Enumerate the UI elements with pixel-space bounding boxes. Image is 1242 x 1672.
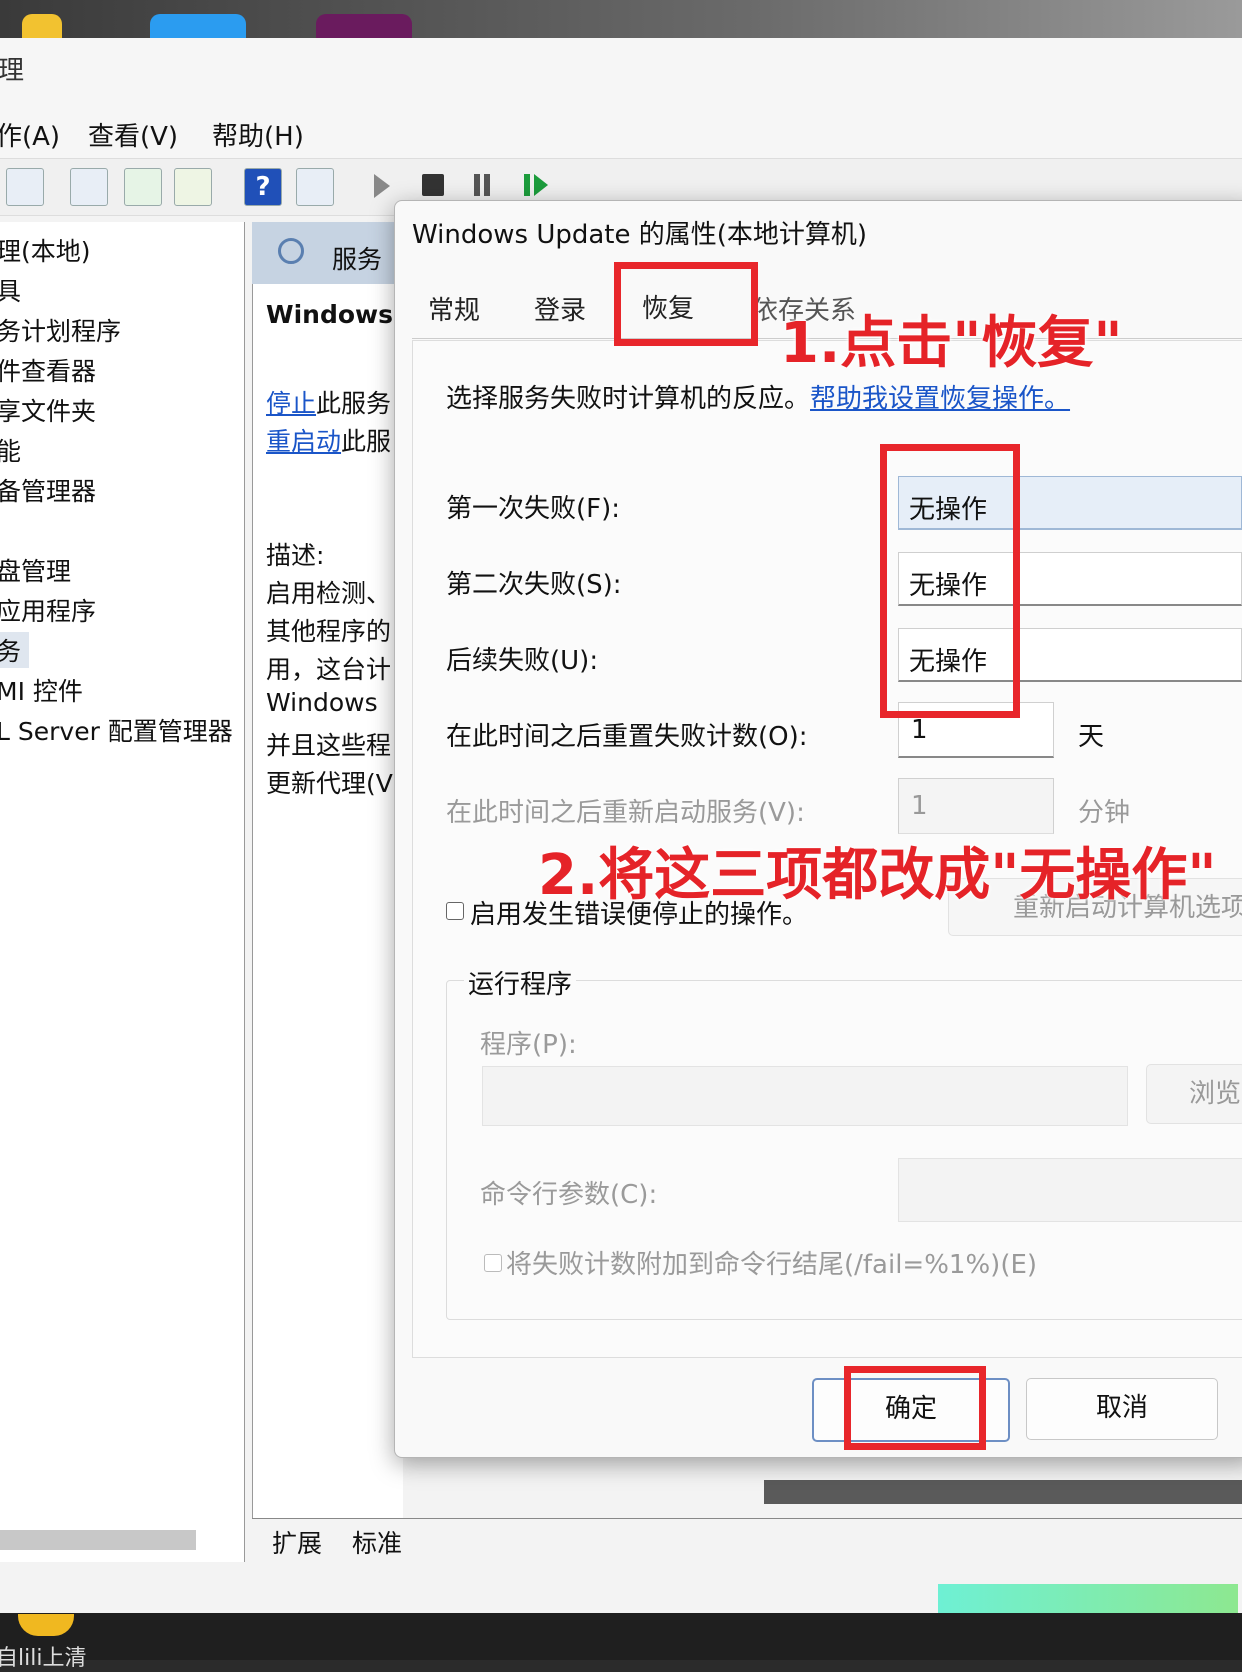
tree-item[interactable]: 理(本地) [0,232,91,268]
restart-service-line: 重启动此服 [266,422,396,458]
second-failure-label: 第二次失败(S): [446,570,622,600]
tab-general[interactable]: 常规 [428,290,480,327]
tree-item[interactable]: 具 [0,272,21,308]
menu-action[interactable]: 作(A) [0,116,60,153]
highlight-ok-button [844,1366,986,1450]
back-icon[interactable] [6,168,44,206]
restart-unit-label: 分钟 [1078,798,1131,828]
step2-annotation: 2.将这三项都改成"无操作" [538,843,1217,908]
program-label: 程序(P): [480,1030,577,1060]
help-icon[interactable]: ? [244,168,282,206]
cmdline-input[interactable] [898,1158,1242,1222]
description-line: 启用检测、 [266,579,392,608]
export-icon[interactable] [174,168,212,206]
description-line: 其他程序的 [266,617,392,646]
services-header-label: 服务 [332,245,383,274]
step1-annotation: 1.点击"恢复" [780,311,1123,376]
tree-item[interactable]: 盘管理 [0,552,71,588]
tree-item[interactable]: 应用程序 [0,592,96,628]
pause-icon[interactable] [474,174,480,196]
description-label: 描述: [266,541,325,570]
list-scrollbar[interactable] [764,1480,1242,1504]
desktop-app-icon [316,14,412,38]
enable-stop-checkbox[interactable] [446,902,464,920]
properties-icon[interactable] [70,168,108,206]
tree-item[interactable]: L Server 配置管理器 [0,712,233,748]
resume-arrow-icon[interactable] [534,174,548,196]
restart-service-link[interactable]: 重启动 [266,427,341,456]
taskbar-label: 自lili上清 [0,1646,87,1671]
tab-standard[interactable]: 标准 [352,1524,402,1560]
resume-icon[interactable] [524,174,530,196]
stop-service-suffix: 此服务 [316,389,392,418]
desktop-app-icon [22,14,62,38]
append-fail-checkbox[interactable] [484,1254,502,1272]
stop-service-line: 停止此服务 [266,384,396,420]
browse-button[interactable]: 浏览 [1146,1064,1242,1124]
tab-extended[interactable]: 扩展 [272,1524,322,1560]
window-title: 理 [0,56,25,86]
description-line: 用，这台计 [266,655,392,684]
cmdline-label: 命令行参数(C): [480,1180,658,1210]
run-program-group-label: 运行程序 [464,964,577,1001]
tab-logon[interactable]: 登录 [534,290,586,327]
menu-help[interactable]: 帮助(H) [212,116,304,153]
taskbar [0,1613,1242,1660]
window-title-bar [0,38,1242,108]
intro-line: 选择服务失败时计算机的反应。帮助我设置恢复操作。 [446,378,1070,415]
console-tree-icon[interactable] [296,168,334,206]
menu-bar [0,108,1242,158]
description-line: Windows [266,688,378,717]
subsequent-failure-label: 后续失败(U): [446,646,599,676]
description-line: 并且这些程 [266,731,392,760]
help-recovery-link[interactable]: 帮助我设置恢复操作。 [810,384,1070,414]
tree-item[interactable]: 件查看器 [0,352,96,388]
tree-item[interactable]: 备管理器 [0,472,96,508]
tree-item[interactable]: MI 控件 [0,672,83,708]
append-fail-label: 将失败计数附加到命令行结尾(/fail=%1%)(E) [506,1250,1038,1280]
tree-item[interactable]: 能 [0,432,21,468]
program-input[interactable] [482,1066,1128,1126]
tree-item[interactable]: 享文件夹 [0,392,96,428]
intro-text: 选择服务失败时计算机的反应。 [446,384,811,414]
highlight-failure-selects [880,444,1020,718]
play-icon[interactable] [374,174,390,198]
search-icon [278,238,304,264]
menu-view[interactable]: 查看(V) [88,116,178,153]
service-name: Windows [266,300,393,329]
reset-unit-label: 天 [1078,722,1105,752]
tree-scrollbar[interactable] [0,1530,196,1550]
stop-service-link[interactable]: 停止 [266,389,316,418]
desktop-app-icon [150,14,246,38]
stop-icon[interactable] [422,174,444,196]
restart-minutes-input[interactable]: 1 [898,778,1054,834]
first-failure-label: 第一次失败(F): [446,494,621,524]
tree-item-services[interactable]: 务 [0,632,30,668]
reset-count-label: 在此时间之后重置失败计数(O): [446,722,808,752]
tree-item[interactable]: 务计划程序 [0,312,121,348]
cancel-button[interactable]: 取消 [1026,1378,1218,1440]
highlight-recovery-tab [614,262,758,346]
refresh-icon[interactable] [124,168,162,206]
description-line: 更新代理(V [266,769,393,798]
dialog-title: Windows Update 的属性(本地计算机) [412,220,868,250]
restart-service-suffix: 此服 [341,427,392,456]
restart-service-label: 在此时间之后重新启动服务(V): [446,798,805,828]
desktop-background [0,0,1242,38]
